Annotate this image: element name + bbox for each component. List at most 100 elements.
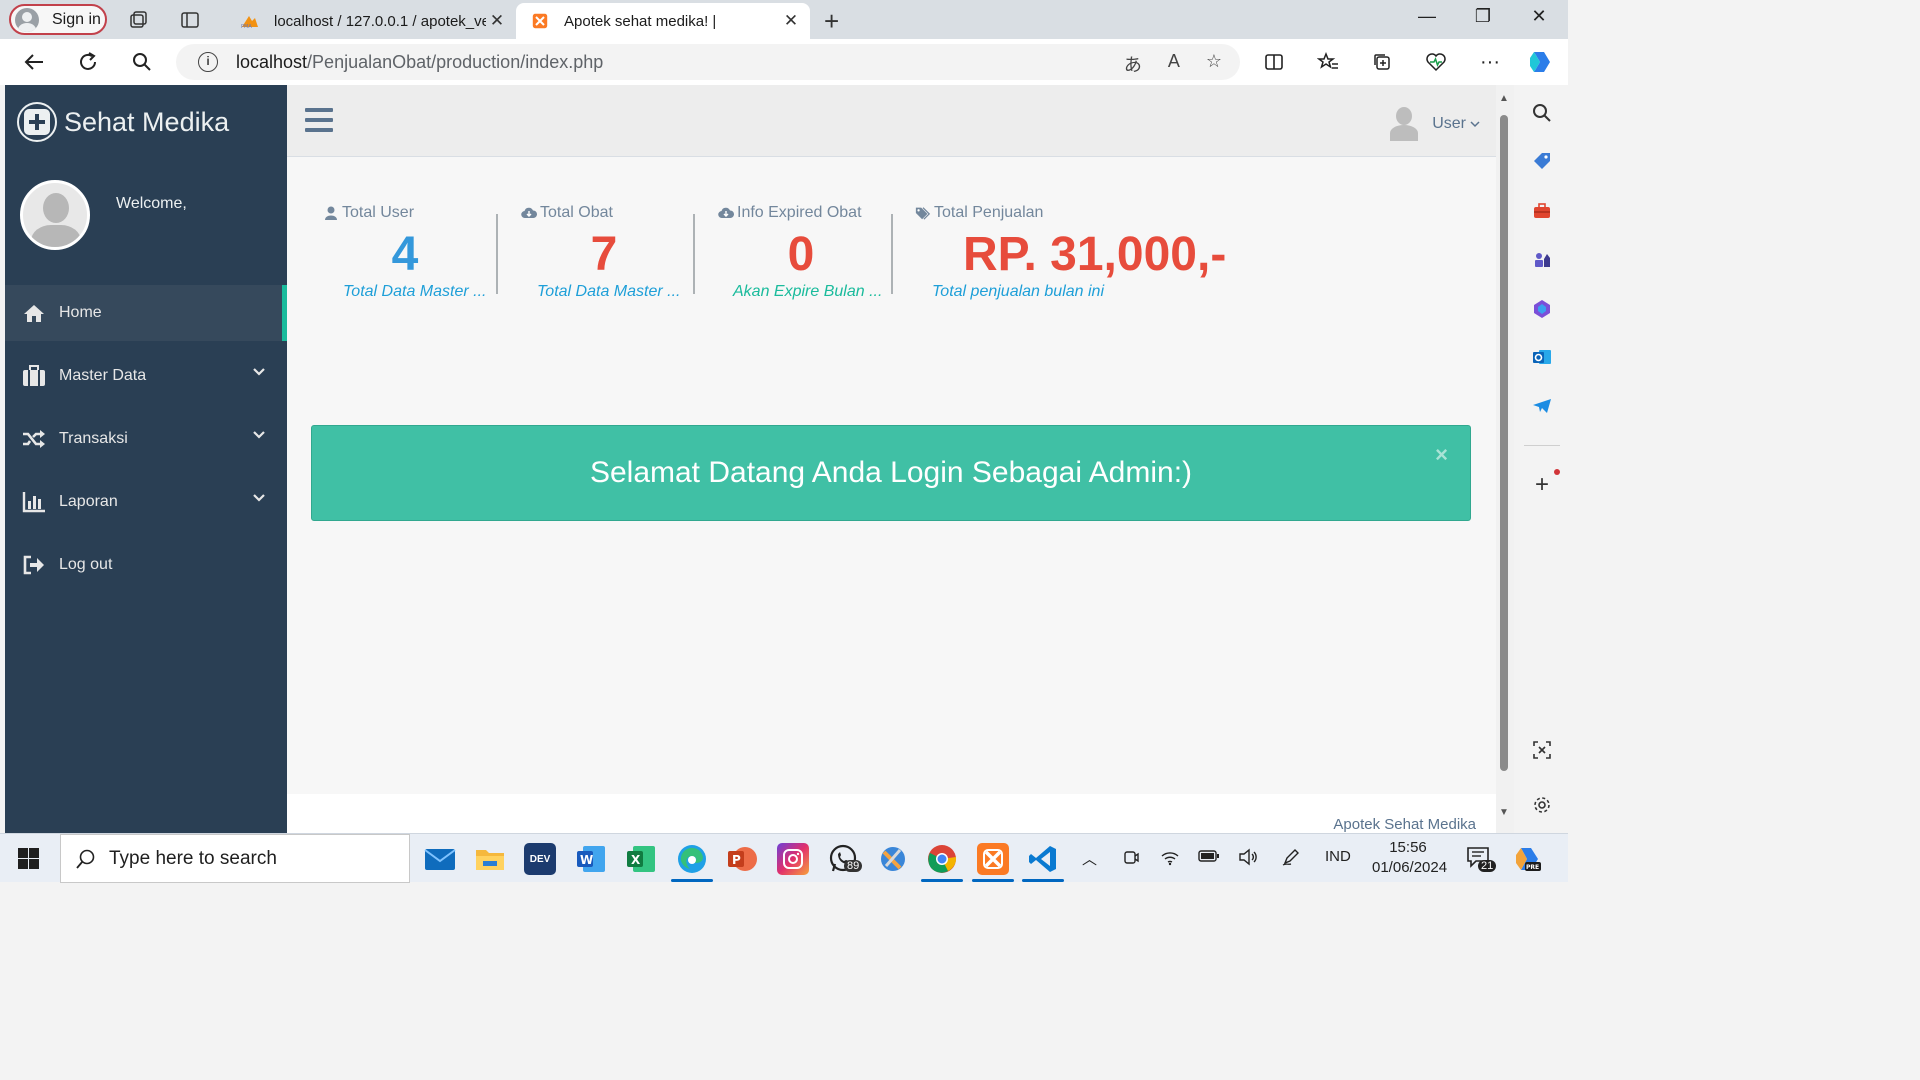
- brand-logo[interactable]: Sehat Medika: [17, 102, 229, 142]
- whatsapp-unread-badge: 89: [844, 860, 863, 872]
- sidebar-item-label: Log out: [59, 556, 113, 573]
- input-language[interactable]: IND: [1325, 848, 1351, 865]
- sidebar-item-transaksi[interactable]: Transaksi: [5, 411, 287, 467]
- split-screen-icon[interactable]: [1260, 48, 1288, 76]
- word-app-icon[interactable]: W: [575, 843, 607, 875]
- workspaces-icon[interactable]: [126, 8, 150, 32]
- windows-taskbar: Type here to search DEV W X P 89 ︿ IND 1…: [0, 833, 1568, 883]
- mail-app-icon[interactable]: [424, 843, 456, 875]
- footer-text: Apotek Sehat Medika: [1333, 816, 1476, 833]
- web-page: Sehat Medika Welcome, Home Master Data T…: [5, 85, 1496, 833]
- close-tab-icon[interactable]: ✕: [486, 11, 508, 31]
- menu-toggle-hamburger-icon[interactable]: [305, 108, 333, 132]
- page-footer: Apotek Sehat Medika: [287, 794, 1496, 833]
- tab-title: Apotek sehat medika! |: [564, 12, 717, 30]
- url-text[interactable]: localhost/PenjualanObat/production/index…: [236, 52, 603, 73]
- battery-icon[interactable]: [1198, 848, 1220, 868]
- outlook-icon[interactable]: [1530, 345, 1554, 369]
- settings-gear-icon[interactable]: [1530, 793, 1554, 817]
- sidebar-item-master-data[interactable]: Master Data: [5, 348, 287, 404]
- instagram-app-icon[interactable]: [777, 843, 809, 875]
- plus-square-icon: [17, 102, 57, 142]
- games-chess-icon[interactable]: [1530, 247, 1554, 271]
- briefcase-icon: [22, 365, 46, 387]
- excel-app-icon[interactable]: X: [625, 843, 657, 875]
- scrollbar-thumb[interactable]: [1500, 115, 1508, 771]
- devcpp-app-icon[interactable]: DEV: [524, 843, 556, 875]
- show-hidden-icons-chevron-up-icon[interactable]: ︿: [1082, 848, 1097, 869]
- user-avatar: [20, 180, 90, 250]
- home-icon: [22, 302, 46, 324]
- sign-in-label: Sign in: [52, 10, 101, 28]
- page-scrollbar[interactable]: ▲ ▼: [1496, 85, 1514, 833]
- windows-start-icon[interactable]: [18, 848, 39, 869]
- sidebar-item-label: Transaksi: [59, 430, 128, 447]
- refresh-icon[interactable]: [74, 48, 102, 76]
- address-bar-row: i localhost/PenjualanObat/production/ind…: [0, 39, 1568, 85]
- chevron-down-icon: [253, 431, 265, 439]
- minimize-icon[interactable]: —: [1412, 6, 1442, 27]
- taskbar-clock[interactable]: 15:56 01/06/2024: [1372, 838, 1447, 878]
- site-info-icon[interactable]: i: [198, 52, 218, 72]
- close-window-icon[interactable]: ✕: [1524, 6, 1554, 27]
- tab-apotek[interactable]: Apotek sehat medika! | ✕: [516, 3, 810, 39]
- search-icon[interactable]: [128, 48, 156, 76]
- tile-info-expired: Info Expired Obat 0 Akan Expire Bulan ..…: [718, 204, 886, 304]
- tab-phpmyadmin[interactable]: PMA localhost / 127.0.0.1 / apotek_ver ✕: [226, 3, 516, 39]
- alert-close-icon[interactable]: ×: [1435, 442, 1448, 468]
- collections-icon[interactable]: [1368, 48, 1396, 76]
- file-explorer-icon[interactable]: [474, 843, 506, 875]
- sign-in-button[interactable]: Sign in: [9, 4, 107, 35]
- favorite-star-icon[interactable]: ☆: [1206, 51, 1222, 77]
- svg-text:X: X: [631, 853, 641, 867]
- wifi-network-icon[interactable]: [1160, 848, 1180, 870]
- screenshot-capture-icon[interactable]: [1530, 738, 1554, 762]
- microsoft-365-icon[interactable]: [1530, 297, 1554, 321]
- clock-time: 15:56: [1389, 839, 1427, 856]
- volume-speaker-icon[interactable]: [1238, 848, 1258, 870]
- tile-subtitle: Total Data Master ...: [343, 283, 487, 300]
- send-telegram-icon[interactable]: [1530, 394, 1554, 418]
- back-icon[interactable]: [20, 48, 48, 76]
- scroll-down-icon[interactable]: ▼: [1499, 807, 1509, 818]
- edge-browser-icon[interactable]: [676, 843, 708, 875]
- tile-value: RP. 31,000,-: [963, 228, 1227, 281]
- tile-total-penjualan: Total Penjualan RP. 31,000,- Total penju…: [915, 204, 1245, 304]
- tile-title: Total Penjualan: [934, 204, 1044, 221]
- tab-actions-icon[interactable]: [178, 8, 202, 32]
- taskbar-search-box[interactable]: Type here to search: [60, 834, 410, 883]
- xampp-app-icon[interactable]: [977, 843, 1009, 875]
- shopping-tag-icon[interactable]: [1530, 149, 1554, 173]
- add-app-plus-icon[interactable]: +: [1530, 471, 1554, 498]
- translate-icon[interactable]: あ: [1124, 51, 1142, 77]
- sidebar-item-logout[interactable]: Log out: [5, 537, 287, 593]
- scroll-up-icon[interactable]: ▲: [1499, 93, 1509, 104]
- address-bar[interactable]: i localhost/PenjualanObat/production/ind…: [176, 44, 1240, 80]
- chrome-app-icon[interactable]: [926, 843, 958, 875]
- favorites-icon[interactable]: [1314, 48, 1342, 76]
- new-tab-button[interactable]: +: [824, 6, 839, 37]
- vscode-app-icon[interactable]: [1027, 843, 1059, 875]
- sidebar-search-icon[interactable]: [1530, 101, 1554, 125]
- shuffle-icon: [22, 428, 46, 450]
- copilot-icon[interactable]: [1526, 48, 1554, 76]
- svg-text:W: W: [580, 853, 593, 867]
- sidebar-item-home[interactable]: Home: [5, 285, 287, 341]
- sidebar-item-laporan[interactable]: Laporan: [5, 474, 287, 530]
- cloud-download-icon: [718, 205, 734, 221]
- tools-app-icon[interactable]: [877, 843, 909, 875]
- browser-essentials-icon[interactable]: [1422, 48, 1450, 76]
- pen-ink-icon[interactable]: [1282, 848, 1300, 870]
- more-options-icon[interactable]: ···: [1476, 48, 1504, 76]
- read-aloud-icon[interactable]: A: [1168, 51, 1180, 77]
- svg-text:PMA: PMA: [241, 24, 252, 29]
- close-tab-icon[interactable]: ✕: [780, 11, 802, 31]
- copilot-preview-icon[interactable]: PRE: [1512, 843, 1544, 875]
- user-dropdown-toggle[interactable]: User: [1388, 107, 1480, 141]
- tools-toolbox-icon[interactable]: [1530, 199, 1554, 223]
- tile-title: Info Expired Obat: [737, 204, 862, 221]
- meet-now-icon[interactable]: [1122, 848, 1140, 870]
- sidebar-item-label: Master Data: [59, 367, 147, 384]
- powerpoint-app-icon[interactable]: P: [726, 843, 758, 875]
- restore-icon[interactable]: ❐: [1468, 6, 1498, 27]
